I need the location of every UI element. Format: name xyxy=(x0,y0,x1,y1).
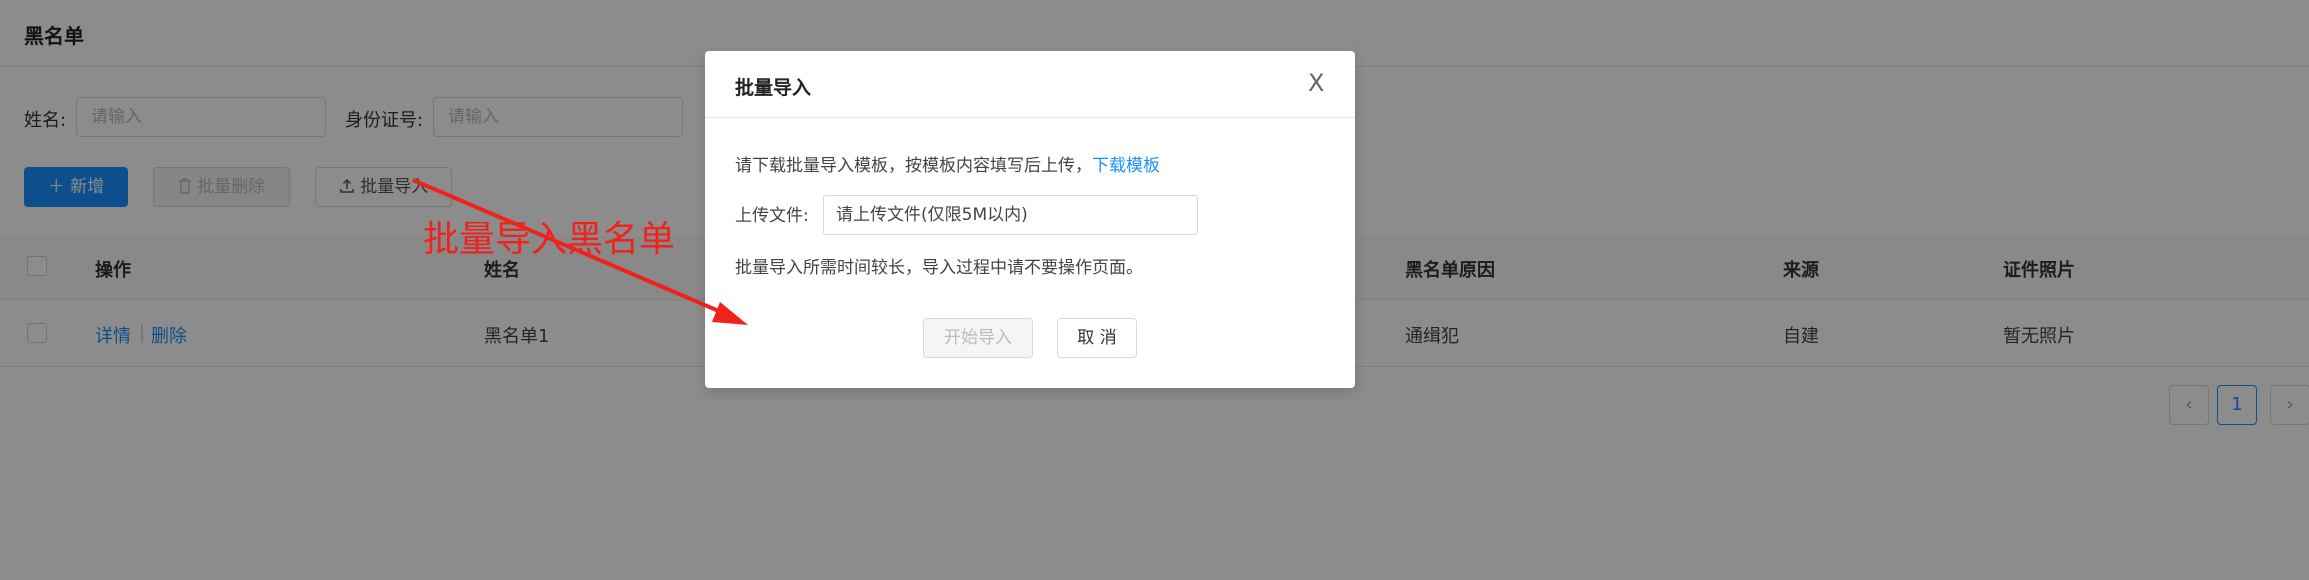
annotation-arrow-icon xyxy=(412,178,748,325)
annotation-label: 批量导入黑名单 xyxy=(423,219,676,260)
